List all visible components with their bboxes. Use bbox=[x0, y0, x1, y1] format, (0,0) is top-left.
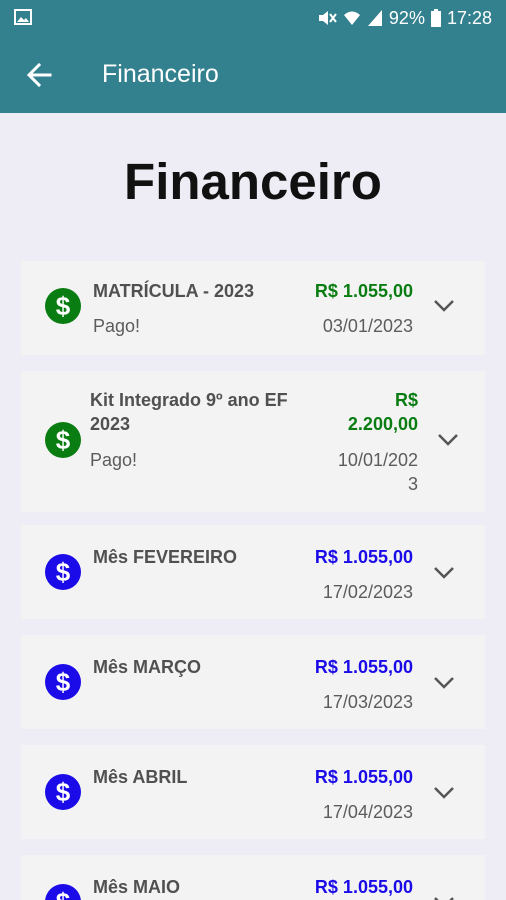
payment-status: Pago! bbox=[90, 450, 138, 470]
dollar-icon: $ bbox=[45, 554, 81, 590]
svg-text:$: $ bbox=[56, 887, 71, 900]
battery-icon bbox=[430, 9, 441, 27]
svg-text:$: $ bbox=[56, 425, 71, 455]
payment-card-kit[interactable]: $ Kit Integrado 9º ano EF 2023 Pago! R$ … bbox=[21, 371, 485, 512]
dollar-icon: $ bbox=[45, 884, 81, 900]
payment-description-line: 2023 bbox=[90, 414, 131, 434]
payment-amount-line: R$ bbox=[394, 390, 418, 410]
payment-amount: R$ 1.055,00 bbox=[314, 657, 413, 677]
gallery-icon bbox=[14, 9, 32, 25]
payment-card-maio[interactable]: $ Mês MAIO R$ 1.055,00 bbox=[21, 855, 485, 900]
chevron-down-icon[interactable] bbox=[433, 566, 455, 580]
payment-date-line: 10/01/202 bbox=[337, 450, 418, 470]
dollar-icon: $ bbox=[45, 774, 81, 810]
svg-text:$: $ bbox=[56, 291, 71, 321]
payment-card-fevereiro[interactable]: $ Mês FEVEREIRO R$ 1.055,00 17/02/2023 bbox=[21, 525, 485, 619]
battery-percent: 92% bbox=[388, 7, 425, 28]
payment-amount-line: 2.200,00 bbox=[347, 414, 418, 434]
chevron-down-icon[interactable] bbox=[433, 896, 455, 900]
dollar-icon: $ bbox=[45, 422, 81, 458]
payment-description: MATRÍCULA - 2023 bbox=[93, 281, 255, 301]
payment-date-line: 3 bbox=[407, 474, 418, 494]
payment-date: 10/01/202 3 bbox=[338, 448, 418, 496]
page-title: Financeiro bbox=[124, 153, 382, 210]
signal-icon bbox=[367, 10, 382, 26]
payment-date: 17/02/2023 bbox=[322, 582, 413, 602]
payment-date: 03/01/2023 bbox=[322, 316, 413, 336]
arrow-left-icon[interactable] bbox=[24, 60, 54, 90]
payment-amount: R$ 2.200,00 bbox=[348, 388, 418, 436]
payment-date: 17/03/2023 bbox=[322, 692, 413, 712]
chevron-down-icon[interactable] bbox=[433, 786, 455, 800]
status-bar: 92% 17:28 bbox=[0, 0, 506, 36]
dollar-icon: $ bbox=[45, 664, 81, 700]
payment-date: 17/04/2023 bbox=[322, 802, 413, 822]
payment-description: Mês MARÇO bbox=[93, 657, 202, 677]
payment-card-matricula[interactable]: $ MATRÍCULA - 2023 Pago! R$ 1.055,00 03/… bbox=[21, 261, 485, 355]
payment-status: Pago! bbox=[93, 316, 141, 336]
payment-amount: R$ 1.055,00 bbox=[314, 877, 413, 897]
svg-text:$: $ bbox=[56, 777, 71, 807]
wifi-icon bbox=[343, 11, 360, 25]
clock: 17:28 bbox=[446, 7, 492, 28]
payment-description-line: Kit Integrado 9º ano EF bbox=[90, 390, 288, 410]
payment-description: Mês FEVEREIRO bbox=[93, 547, 238, 567]
payment-amount: R$ 1.055,00 bbox=[314, 281, 413, 301]
payment-card-marco[interactable]: $ Mês MARÇO R$ 1.055,00 17/03/2023 bbox=[21, 635, 485, 729]
payment-description: Kit Integrado 9º ano EF 2023 bbox=[90, 388, 288, 436]
payment-amount: R$ 1.055,00 bbox=[314, 767, 413, 787]
dollar-icon: $ bbox=[45, 288, 81, 324]
payment-description: Mês ABRIL bbox=[93, 767, 188, 787]
payment-card-abril[interactable]: $ Mês ABRIL R$ 1.055,00 17/04/2023 bbox=[21, 745, 485, 839]
svg-text:$: $ bbox=[56, 557, 71, 587]
chevron-down-icon[interactable] bbox=[433, 676, 455, 690]
chevron-down-icon[interactable] bbox=[433, 299, 455, 313]
status-icons: 92% 17:28 bbox=[317, 7, 492, 29]
svg-text:$: $ bbox=[56, 667, 71, 697]
payment-amount: R$ 1.055,00 bbox=[314, 547, 413, 567]
mute-icon bbox=[318, 11, 337, 25]
payment-description: Mês MAIO bbox=[93, 877, 181, 897]
chevron-down-icon[interactable] bbox=[437, 433, 459, 447]
app-bar: Financeiro bbox=[0, 36, 506, 113]
app-bar-title: Financeiro bbox=[102, 60, 219, 88]
